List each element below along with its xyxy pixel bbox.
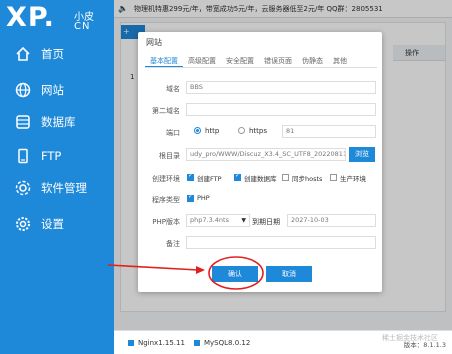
mysql-status-icon: [194, 340, 200, 346]
annotation-layer: [107, 256, 264, 290]
annotation-arrow-icon: [107, 264, 205, 274]
mysql-version: MySQL8.0.12: [204, 339, 251, 347]
app-version: 版本：8.1.1.3: [403, 341, 446, 349]
annotation-circle: [208, 256, 264, 290]
status-bar: Nginx1.15.11 MySQL8.0.12 稀土掘金技术社区 版本：8.1…: [114, 330, 452, 354]
nginx-version: Nginx1.15.11: [138, 339, 185, 347]
nginx-status-icon: [128, 340, 134, 346]
